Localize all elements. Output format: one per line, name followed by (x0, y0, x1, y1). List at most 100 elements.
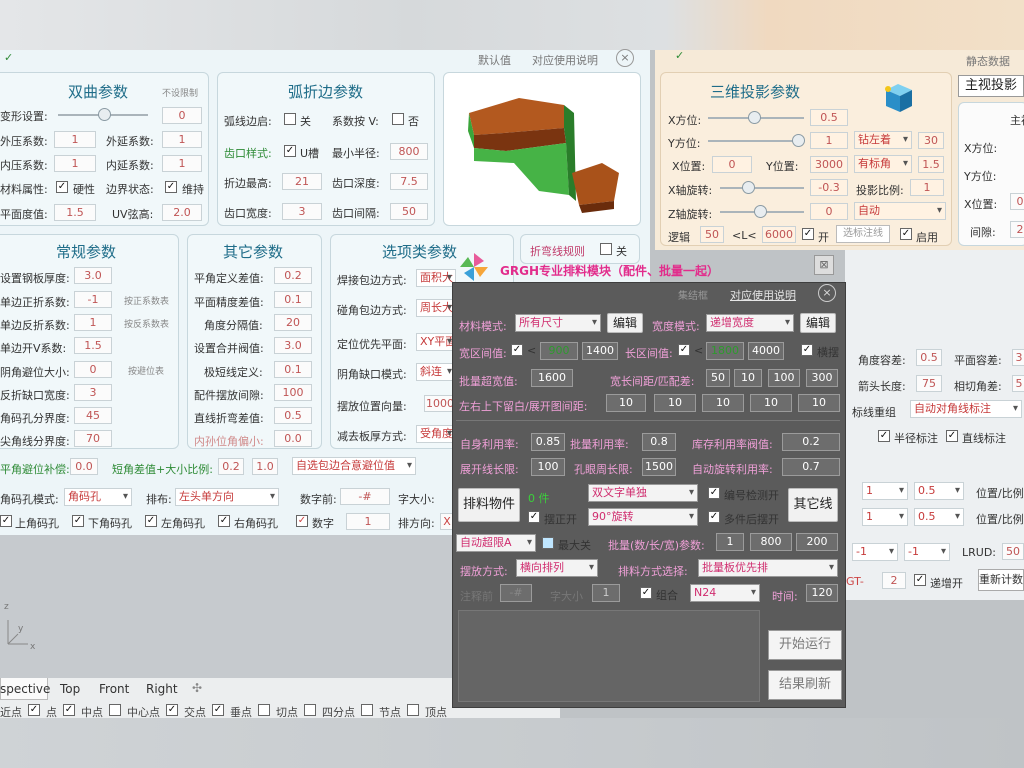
snap-quad-checkbox[interactable] (304, 704, 316, 716)
hole-len-value[interactable]: 1500 (642, 458, 676, 476)
w-max-value[interactable]: 1400 (582, 342, 618, 360)
left-hole-checkbox[interactable]: ✓ (145, 515, 157, 527)
proj-xrot-value[interactable]: -0.3 (810, 179, 848, 196)
proj-mark-dropdown[interactable]: 有标角 (854, 155, 912, 173)
keep-checkbox[interactable]: ✓ (165, 181, 177, 193)
default-link[interactable]: 默认值 (478, 52, 511, 68)
right-d3-dropdown[interactable]: 1 (862, 508, 908, 526)
digits-checkbox[interactable]: ✓ (296, 515, 308, 527)
multi-checkbox[interactable]: ✓ (708, 511, 720, 523)
up-hole-checkbox[interactable]: ✓ (0, 515, 12, 527)
common-v4[interactable]: 1.5 (74, 337, 112, 354)
tab-right[interactable]: Right (146, 682, 178, 696)
deform-value[interactable]: 0 (162, 107, 202, 124)
depth-value[interactable]: 7.5 (390, 173, 428, 190)
banner-close-icon[interactable]: ⊠ (814, 255, 834, 275)
margin-5[interactable]: 10 (798, 394, 840, 412)
right-d1-dropdown[interactable]: 1 (862, 482, 908, 500)
notch-width-value[interactable]: 3 (282, 203, 322, 220)
proj-l-value[interactable]: 6000 (762, 226, 796, 243)
gt-value[interactable]: 2 (882, 572, 906, 589)
notch-gap-value[interactable]: 50 (390, 203, 428, 220)
proj-logic-value[interactable]: 50 (700, 226, 724, 243)
arrow-len-value[interactable]: 75 (916, 375, 942, 392)
w-range-checkbox[interactable]: ✓ (511, 344, 523, 356)
place-mode-dropdown[interactable]: 横向排列 (516, 559, 598, 577)
self-rate-value[interactable]: 0.85 (531, 433, 565, 451)
margin-4[interactable]: 10 (750, 394, 792, 412)
auto-edge-dropdown[interactable]: 自选包边合意避位值 (292, 457, 416, 475)
proj-zrot-slider[interactable] (720, 205, 804, 218)
proj-xloc-value[interactable]: 0 (712, 156, 752, 173)
layout-dropdown[interactable]: 左头单方向 (175, 488, 279, 506)
short-diff-v1[interactable]: 0.2 (218, 458, 244, 475)
other-v4[interactable]: 3.0 (274, 337, 312, 354)
flat-comp-value[interactable]: 0.0 (70, 458, 98, 475)
other-v7[interactable]: 0.5 (274, 407, 312, 424)
snap-knot-checkbox[interactable] (361, 704, 373, 716)
start-button[interactable]: 开始运行 (768, 630, 842, 660)
n-dropdown[interactable]: N24 (690, 584, 760, 602)
snap-perp-checkbox[interactable]: ✓ (212, 704, 224, 716)
proj-corner-dropdown[interactable]: 钻左着 (854, 131, 912, 149)
arc-close-checkbox[interactable] (284, 113, 296, 125)
recalc-button[interactable]: 重新计数 (978, 569, 1024, 591)
uv-value[interactable]: 2.0 (162, 204, 202, 221)
common-v1[interactable]: 3.0 (74, 267, 112, 284)
l-range-checkbox[interactable]: ✓ (678, 344, 690, 356)
common-v6[interactable]: 3 (74, 384, 112, 401)
fold-rule-checkbox[interactable] (600, 243, 612, 255)
proj-yloc-value[interactable]: 3000 (810, 156, 848, 173)
proj-open-checkbox[interactable]: ✓ (802, 228, 814, 240)
right-d2-dropdown[interactable]: 0.5 (914, 482, 964, 500)
right-xloc-value[interactable]: 0 (1010, 193, 1024, 210)
g2-value[interactable]: 10 (734, 369, 762, 387)
other-v6[interactable]: 100 (274, 384, 312, 401)
outer-ext-value[interactable]: 1 (162, 131, 202, 148)
tab-top[interactable]: Top (60, 682, 80, 696)
proj-zrot-value[interactable]: 0 (810, 203, 848, 220)
right-hole-checkbox[interactable]: ✓ (218, 515, 230, 527)
dialog-help-link[interactable]: 对应使用说明 (730, 287, 796, 303)
mat-mode-dropdown[interactable]: 所有尺寸 (515, 314, 601, 332)
proj-mark-value[interactable]: 1.5 (918, 156, 944, 173)
cut-angle-value[interactable]: 5 (1012, 375, 1024, 392)
close-icon[interactable]: × (616, 49, 634, 67)
bp3-value[interactable]: 200 (796, 533, 838, 551)
arrange-mode-dropdown[interactable]: 批量板优先排 (698, 559, 838, 577)
arrange-button[interactable]: 排料物件 (458, 488, 520, 522)
down-hole-checkbox[interactable]: ✓ (72, 515, 84, 527)
common-v5[interactable]: 0 (74, 361, 112, 378)
inner-ext-value[interactable]: 1 (162, 155, 202, 172)
u-checkbox[interactable]: ✓ (284, 145, 296, 157)
prefix-value[interactable]: -# (340, 488, 390, 505)
deform-slider[interactable] (58, 108, 148, 121)
opt-d3-dropdown[interactable]: XY平面 (416, 333, 456, 351)
common-v3[interactable]: 1 (74, 314, 112, 331)
max-off-checkbox[interactable] (542, 537, 554, 549)
proj-ypos-slider[interactable] (708, 134, 805, 147)
outer-value[interactable]: 1 (54, 131, 96, 148)
static-data-link[interactable]: 静态数据 (966, 53, 1010, 69)
snap-mid-checkbox[interactable]: ✓ (63, 704, 75, 716)
fold-value[interactable]: 21 (282, 173, 322, 190)
stock-rate-value[interactable]: 0.2 (782, 433, 840, 451)
short-diff-v2[interactable]: 1.0 (252, 458, 278, 475)
rot90-dropdown[interactable]: 90°旋转 (588, 508, 698, 526)
snap-tan-checkbox[interactable] (258, 704, 270, 716)
g3-value[interactable]: 100 (768, 369, 800, 387)
flat-value[interactable]: 1.5 (54, 204, 96, 221)
snap-near[interactable]: 近点 (0, 704, 22, 720)
angle-tol-value[interactable]: 0.5 (916, 349, 942, 366)
proj-enable-checkbox[interactable]: ✓ (900, 228, 912, 240)
lrud-value[interactable]: 50 (1002, 543, 1024, 560)
common-v2[interactable]: -1 (74, 291, 112, 308)
common-b5[interactable]: 按避位表 (128, 364, 164, 377)
common-b3[interactable]: 按反系数表 (124, 317, 169, 330)
proj-xrot-slider[interactable] (720, 181, 804, 194)
arc-no-checkbox[interactable] (392, 113, 404, 125)
proj-xpos-value[interactable]: 0.5 (810, 109, 848, 126)
seq-value[interactable]: -# (500, 584, 532, 602)
margin-2[interactable]: 10 (654, 394, 696, 412)
auto-rot-value[interactable]: 0.7 (782, 458, 840, 476)
